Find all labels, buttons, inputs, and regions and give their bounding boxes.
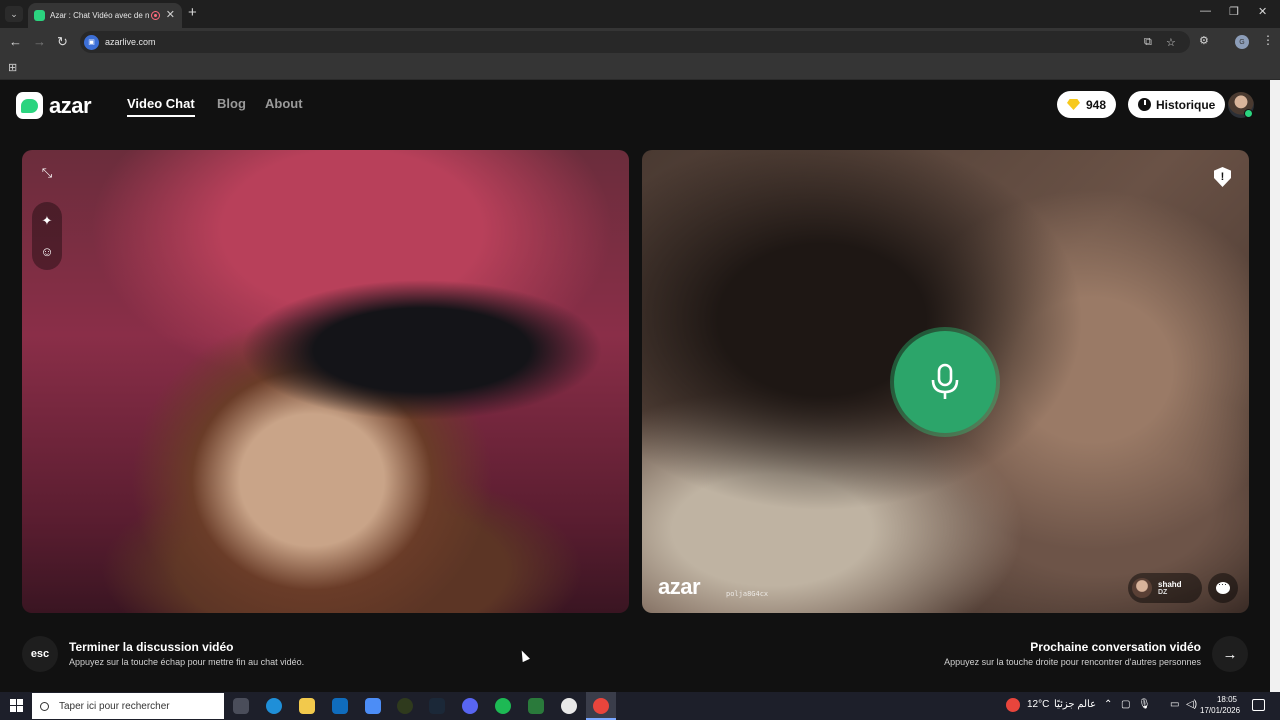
tray-mic-icon[interactable]: 🎙 bbox=[1138, 699, 1151, 710]
peer-name: shahd bbox=[1158, 580, 1182, 589]
close-window-icon[interactable]: ✕ bbox=[1258, 5, 1267, 18]
address-bar[interactable]: ▣ azarlive.com ⧉ ☆ bbox=[80, 31, 1190, 53]
gems-button[interactable]: 948 bbox=[1057, 91, 1117, 118]
file-explorer-icon[interactable] bbox=[299, 698, 315, 714]
nav-active-underline bbox=[127, 115, 195, 117]
end-chat-title: Terminer la discussion vidéo bbox=[69, 640, 234, 654]
peer-profile-chip[interactable]: shahd DZ bbox=[1128, 573, 1202, 603]
tab-search-icon[interactable]: ⌄ bbox=[5, 6, 23, 22]
azar-watermark: azar bbox=[658, 574, 701, 599]
weather-label: عالم جزئيًا bbox=[1054, 699, 1097, 710]
peer-avatar bbox=[1132, 578, 1152, 598]
apps-grid-icon[interactable]: ⊞ bbox=[8, 61, 17, 74]
extensions-icon[interactable]: ⚙ bbox=[1199, 34, 1209, 47]
clock-icon bbox=[1138, 98, 1151, 111]
url-text: azarlive.com bbox=[105, 37, 156, 47]
minimize-icon[interactable]: ⤡ bbox=[32, 158, 62, 188]
end-chat-subtitle: Appuyez sur la touche échap pour mettre … bbox=[69, 657, 305, 667]
next-chat-subtitle: Appuyez sur la touche droite pour rencon… bbox=[944, 657, 1201, 667]
minimize-window-icon[interactable]: — bbox=[1200, 5, 1211, 17]
online-status-dot bbox=[1244, 109, 1253, 118]
spotify-icon[interactable] bbox=[495, 698, 511, 714]
esc-button[interactable]: esc bbox=[22, 636, 58, 672]
page-scrollbar[interactable] bbox=[1270, 80, 1280, 692]
app-icon-3[interactable] bbox=[561, 698, 577, 714]
tray-wifi-icon[interactable]: ▭ bbox=[1170, 699, 1179, 710]
bookmarks-bar: ⊞ bbox=[0, 56, 1280, 80]
microphone-icon bbox=[931, 363, 959, 399]
taskbar-time[interactable]: 18:05 bbox=[1212, 695, 1242, 704]
steam-icon[interactable] bbox=[429, 698, 445, 714]
taskbar-date[interactable]: 17/01/2026 bbox=[1200, 706, 1240, 715]
back-icon[interactable]: ← bbox=[9, 34, 22, 49]
install-app-icon[interactable]: ⧉ bbox=[1144, 36, 1152, 49]
history-button[interactable]: Historique bbox=[1128, 91, 1226, 118]
next-chat-title: Prochaine conversation vidéo bbox=[1030, 640, 1201, 654]
shield-report-icon[interactable]: ! bbox=[1214, 167, 1231, 187]
restore-window-icon[interactable]: ❐ bbox=[1229, 5, 1239, 18]
chat-button[interactable] bbox=[1208, 573, 1238, 603]
app-icon-2[interactable] bbox=[528, 698, 544, 714]
browser-tab-strip: ⌄ Azar : Chat Vidéo avec de n ✕ + — ❐ ✕ bbox=[0, 0, 1280, 28]
logo-badge-icon bbox=[16, 92, 43, 119]
windows-taskbar: Taper ici pour rechercher 12°C عالم جزئي… bbox=[0, 692, 1280, 720]
tab-title: Azar : Chat Vidéo avec de n bbox=[50, 11, 150, 20]
gem-icon bbox=[1067, 99, 1080, 110]
history-label: Historique bbox=[1156, 97, 1216, 112]
close-tab-icon[interactable]: ✕ bbox=[166, 8, 175, 21]
nav-about[interactable]: About bbox=[265, 96, 303, 111]
logo-text: azar bbox=[49, 92, 92, 118]
discord-icon[interactable] bbox=[462, 698, 478, 714]
site-info-icon[interactable]: ▣ bbox=[84, 34, 99, 50]
azar-favicon-icon bbox=[34, 10, 45, 21]
remote-video: ! azar polja8G4cx shahd DZ bbox=[642, 150, 1249, 613]
next-button[interactable]: → bbox=[1212, 636, 1248, 672]
chat-icon bbox=[1216, 579, 1230, 594]
browser-toolbar: ← → ↻ ▣ azarlive.com ⧉ ☆ ⚙ G ⋮ bbox=[0, 28, 1280, 56]
browser-menu-icon[interactable]: ⋮ bbox=[1262, 33, 1274, 47]
emoji-icon[interactable]: ☺ bbox=[32, 236, 62, 266]
chrome-icon bbox=[593, 698, 609, 714]
profile-avatar-icon[interactable]: G bbox=[1235, 35, 1249, 49]
store-icon[interactable] bbox=[365, 698, 381, 714]
weather-icon[interactable] bbox=[1006, 698, 1020, 712]
edge-icon[interactable] bbox=[266, 698, 282, 714]
arrow-right-icon: → bbox=[1222, 645, 1238, 663]
reload-icon[interactable]: ↻ bbox=[57, 34, 68, 50]
azar-app: azar Video Chat Blog About 948 Historiqu… bbox=[0, 80, 1270, 692]
mouse-cursor-icon bbox=[518, 648, 530, 663]
effects-toolbar: ✦ ☺ bbox=[32, 202, 62, 270]
windows-start-icon[interactable] bbox=[10, 699, 23, 712]
browser-tab-azar[interactable]: Azar : Chat Vidéo avec de n ✕ bbox=[28, 3, 182, 28]
session-id: polja8G4cx bbox=[726, 590, 769, 598]
peer-country: DZ bbox=[1158, 589, 1168, 596]
chrome-taskbar-button[interactable] bbox=[586, 692, 616, 720]
video-side-tools: ⤡ ✦ ☺ bbox=[32, 158, 62, 270]
nav-video-chat[interactable]: Video Chat bbox=[127, 96, 195, 111]
tray-volume-icon[interactable]: ◁) bbox=[1186, 699, 1197, 710]
tray-chevron-icon[interactable]: ⌃ bbox=[1104, 699, 1112, 710]
task-view-icon[interactable] bbox=[233, 698, 249, 714]
nav-blog[interactable]: Blog bbox=[217, 96, 246, 111]
weather-temp[interactable]: 12°C bbox=[1027, 699, 1049, 710]
azar-logo[interactable]: azar bbox=[16, 92, 92, 119]
magic-wand-icon[interactable]: ✦ bbox=[32, 206, 62, 236]
recording-indicator-icon bbox=[151, 11, 160, 20]
tray-network-icon[interactable]: ▢ bbox=[1121, 699, 1130, 710]
gems-count: 948 bbox=[1086, 97, 1107, 112]
bookmark-star-icon[interactable]: ☆ bbox=[1166, 36, 1176, 49]
microphone-button[interactable] bbox=[894, 331, 996, 433]
forward-icon[interactable]: → bbox=[33, 34, 46, 49]
search-placeholder: Taper ici pour rechercher bbox=[59, 700, 170, 712]
outlook-icon[interactable] bbox=[332, 698, 348, 714]
app-icon-1[interactable] bbox=[397, 698, 413, 714]
local-video: ⤡ ✦ ☺ bbox=[22, 150, 629, 613]
taskbar-search[interactable]: Taper ici pour rechercher bbox=[32, 693, 224, 719]
notification-icon[interactable] bbox=[1252, 699, 1265, 711]
search-icon bbox=[40, 701, 49, 711]
new-tab-icon[interactable]: + bbox=[188, 4, 197, 21]
